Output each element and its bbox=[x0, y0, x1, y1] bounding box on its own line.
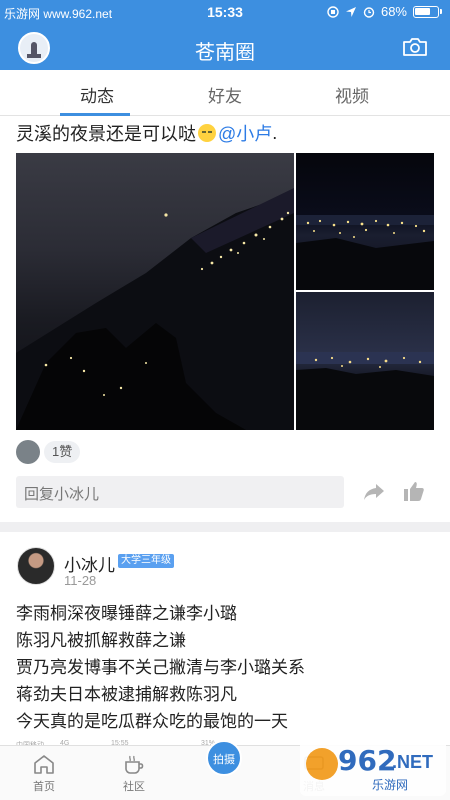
post-divider bbox=[0, 522, 450, 532]
post-body: 李雨桐深夜曝锤薛之谦李小璐 陈羽凡被抓解救薛之谦 贾乃亮发博事不关己撇清与李小璐… bbox=[16, 600, 305, 735]
nav-community-label: 社区 bbox=[123, 781, 145, 793]
post-text-body: 灵溪的夜景还是可以哒 bbox=[16, 124, 196, 144]
post-date: 11-28 bbox=[64, 573, 97, 588]
post-line: 蒋劲夫日本被逮捕解救陈羽凡 bbox=[16, 685, 237, 704]
coffee-cup-icon bbox=[125, 755, 144, 774]
navbar: 苍南圈 bbox=[0, 26, 450, 70]
post-photo-main[interactable] bbox=[16, 153, 294, 430]
post-photo-top-right[interactable] bbox=[296, 153, 434, 290]
post-line: 今天真的是吃瓜群众吃的最饱的一天 bbox=[16, 712, 288, 731]
feed-tabs: 动态 好友 视频 bbox=[0, 70, 450, 116]
watermark-logo: 962 .NET 乐游网 bbox=[300, 740, 446, 796]
watermark-sub: 乐游网 bbox=[372, 778, 409, 792]
nav-home[interactable]: 首页 bbox=[14, 754, 74, 794]
post-photo-bottom-right[interactable] bbox=[296, 292, 434, 430]
page-title: 苍南圈 bbox=[195, 42, 255, 64]
night-scene-main bbox=[16, 188, 294, 430]
post-line: 陈羽凡被抓解救薛之谦 bbox=[16, 631, 186, 650]
orientation-lock-icon bbox=[327, 5, 339, 18]
alarm-icon bbox=[363, 6, 375, 18]
post-text-end: . bbox=[272, 122, 278, 143]
home-icon bbox=[34, 755, 54, 774]
liker-avatar[interactable] bbox=[16, 440, 40, 464]
mention-link[interactable]: @小卢 bbox=[218, 120, 272, 146]
camera-icon[interactable] bbox=[402, 37, 428, 57]
tab-friends[interactable]: 好友 bbox=[175, 82, 275, 107]
battery-tip bbox=[440, 9, 442, 14]
reply-input[interactable]: 回复小冰儿 bbox=[16, 476, 344, 508]
location-icon bbox=[345, 6, 356, 17]
like-thumb-icon[interactable] bbox=[403, 480, 425, 502]
watermark-net: .NET bbox=[392, 752, 434, 772]
battery-icon bbox=[413, 5, 439, 18]
emoji-icon bbox=[198, 124, 216, 142]
tab-dongtai[interactable]: 动态 bbox=[47, 82, 147, 107]
watermark-brand: 962 bbox=[338, 744, 397, 777]
nav-community[interactable]: 社区 bbox=[104, 754, 164, 794]
night-scene-top-right bbox=[296, 215, 434, 290]
battery-percent: 68% bbox=[380, 4, 407, 19]
watermark-circle-icon bbox=[306, 748, 338, 780]
grade-badge: 大学三年级 bbox=[118, 554, 174, 568]
status-right: 68% bbox=[327, 4, 442, 19]
night-scene-bottom-right bbox=[296, 352, 434, 430]
post-text: 灵溪的夜景还是可以哒 @小卢 . bbox=[16, 120, 277, 146]
shoot-button[interactable]: 拍摄 bbox=[206, 740, 242, 776]
nav-home-label: 首页 bbox=[33, 781, 55, 793]
post-line: 李雨桐深夜曝锤薛之谦李小璐 bbox=[16, 604, 237, 623]
user-avatar[interactable] bbox=[17, 547, 55, 585]
like-count[interactable]: 1赞 bbox=[44, 441, 81, 463]
post-line: 贾乃亮发博事不关己撇清与李小璐关系 bbox=[16, 658, 305, 677]
share-icon[interactable] bbox=[363, 482, 385, 502]
tab-video[interactable]: 视频 bbox=[302, 82, 402, 107]
status-bar: 乐游网 www.962.net 15:33 68% bbox=[0, 0, 450, 26]
active-tab-indicator bbox=[60, 113, 130, 116]
